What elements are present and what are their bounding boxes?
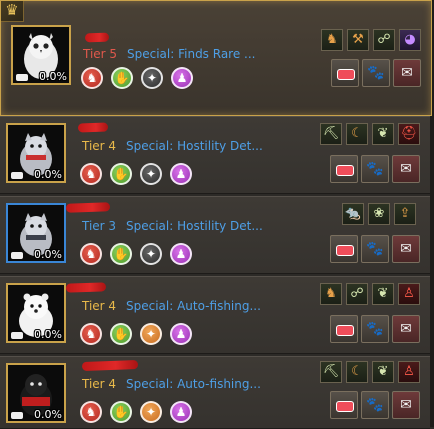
pet-portrait: 0.0% — [6, 203, 66, 263]
pet-special: Special: Finds Rare ... — [127, 47, 256, 61]
pet-row-5[interactable]: 0.0% Tier 4 Special: Auto-fishing... ♞ ✋… — [0, 356, 430, 429]
horse-icon[interactable]: ♞ — [80, 401, 102, 423]
bag-button[interactable]: ✉ — [392, 155, 420, 183]
paw-button[interactable]: 🐾 — [361, 315, 389, 343]
feather-icon[interactable]: ❦ — [372, 283, 394, 305]
pet-tier: Tier 5 — [83, 47, 118, 61]
bag-button[interactable]: ✉ — [393, 59, 421, 87]
leaf-hand-icon[interactable]: ✋ — [110, 243, 132, 265]
guard-icon[interactable]: ♟ — [170, 323, 192, 345]
bag-button[interactable]: ✉ — [392, 235, 420, 263]
sickle-icon[interactable]: ☾ — [346, 123, 368, 145]
bag-button[interactable]: ✉ — [392, 391, 420, 419]
leaf-hand-icon[interactable]: ✋ — [110, 323, 132, 345]
guard-icon[interactable]: ♟ — [170, 163, 192, 185]
leaf-hand-icon[interactable]: ✋ — [110, 163, 132, 185]
horseshoe-icon[interactable]: ♞ — [320, 283, 342, 305]
compass-icon[interactable]: ✦ — [141, 67, 163, 89]
pet-portrait: 0.0% — [11, 25, 71, 85]
guard-icon[interactable]: ♟ — [170, 243, 192, 265]
feed-button[interactable] — [330, 235, 358, 263]
trap-icon[interactable]: ☍ — [373, 29, 395, 51]
pet-row-3[interactable]: 0.0% Tier 3 Special: Hostility Det... ♞ … — [0, 196, 430, 274]
pet-name — [77, 122, 109, 133]
feather-icon[interactable]: ❦ — [372, 361, 394, 383]
player-buff-icon[interactable]: ♙ — [398, 283, 420, 305]
hunger-value: 0.0% — [34, 328, 62, 341]
dish-icon — [337, 69, 355, 80]
buff-icon[interactable]: ⇪ — [394, 203, 416, 225]
feed-button[interactable] — [330, 391, 358, 419]
paw-button[interactable]: 🐾 — [361, 155, 389, 183]
hunger-value: 0.0% — [34, 248, 62, 261]
crown-icon: ♛ — [1, 1, 24, 22]
pet-special: Special: Hostility Det... — [126, 139, 263, 153]
pet-name — [65, 202, 111, 213]
bag-button[interactable]: ✉ — [392, 315, 420, 343]
dish-icon — [336, 245, 354, 256]
hunger-value: 0.0% — [34, 168, 62, 181]
leaf-icon[interactable]: ❀ — [368, 203, 390, 225]
hunger-icon — [16, 74, 28, 81]
pet-special: Special: Auto-fishing... — [126, 377, 261, 391]
paw-button[interactable]: 🐾 — [362, 59, 390, 87]
pet-tier: Tier 4 — [82, 139, 117, 153]
pet-special: Special: Auto-fishing... — [126, 299, 261, 313]
player-buff-icon[interactable]: ♙ — [398, 361, 420, 383]
pet-special: Special: Hostility Det... — [126, 219, 263, 233]
hunger-icon — [11, 332, 23, 339]
hunger-value: 0.0% — [34, 408, 62, 421]
feed-button[interactable] — [330, 315, 358, 343]
horse-icon[interactable]: ♞ — [80, 323, 102, 345]
feed-button[interactable] — [331, 59, 359, 87]
dish-icon — [336, 325, 354, 336]
hammer-icon[interactable]: ⚒ — [347, 29, 369, 51]
hunger-icon — [11, 172, 23, 179]
sickle-icon[interactable]: ☾ — [346, 361, 368, 383]
horse-icon[interactable]: ♞ — [81, 67, 103, 89]
pet-name — [65, 282, 107, 293]
purple-orb-icon[interactable]: ◕ — [399, 29, 421, 51]
rat-icon[interactable]: 🐀 — [342, 203, 364, 225]
paw-button[interactable]: 🐾 — [361, 235, 389, 263]
pet-row-1[interactable]: ♛ 0.0% Tier 5 Special: Finds Rare ... ♞ … — [0, 0, 432, 116]
pet-portrait: 0.0% — [6, 283, 66, 343]
hunger-icon — [11, 252, 23, 259]
pet-portrait: 0.0% — [6, 123, 66, 183]
pickaxe-icon[interactable]: ⛏ — [320, 361, 342, 383]
hunger-value: 0.0% — [39, 70, 67, 83]
horseshoe-icon[interactable]: ♞ — [321, 29, 343, 51]
pet-name — [81, 360, 139, 371]
pickaxe-icon[interactable]: ⛏ — [320, 123, 342, 145]
pet-row-4[interactable]: 0.0% Tier 4 Special: Auto-fishing... ♞ ✋… — [0, 276, 430, 354]
pet-name — [84, 32, 110, 43]
compass-icon[interactable]: ✦ — [140, 163, 162, 185]
compass-icon[interactable]: ✦ — [140, 243, 162, 265]
leaf-hand-icon[interactable]: ✋ — [110, 401, 132, 423]
guard-icon[interactable]: ♟ — [171, 67, 193, 89]
pet-row-2[interactable]: 0.0% Tier 4 Special: Hostility Det... ♞ … — [0, 116, 430, 194]
dish-icon — [336, 401, 354, 412]
leaf-hand-icon[interactable]: ✋ — [111, 67, 133, 89]
hunger-icon — [11, 412, 23, 419]
paw-button[interactable]: 🐾 — [361, 391, 389, 419]
feed-button[interactable] — [330, 155, 358, 183]
trap-icon[interactable]: ☍ — [346, 283, 368, 305]
dish-icon — [336, 165, 354, 176]
feather-icon[interactable]: ❦ — [372, 123, 394, 145]
pet-list: ♛ 0.0% Tier 5 Special: Finds Rare ... ♞ … — [0, 0, 434, 429]
horse-icon[interactable]: ♞ — [80, 243, 102, 265]
compass-icon[interactable]: ✦ — [140, 323, 162, 345]
pet-tier: Tier 3 — [82, 219, 117, 233]
pet-portrait: 0.0% — [6, 363, 66, 423]
helmet-icon[interactable]: ⛑ — [398, 123, 420, 145]
guard-icon[interactable]: ♟ — [170, 401, 192, 423]
compass-icon[interactable]: ✦ — [140, 401, 162, 423]
pet-tier: Tier 4 — [82, 299, 117, 313]
horse-icon[interactable]: ♞ — [80, 163, 102, 185]
pet-tier: Tier 4 — [82, 377, 117, 391]
